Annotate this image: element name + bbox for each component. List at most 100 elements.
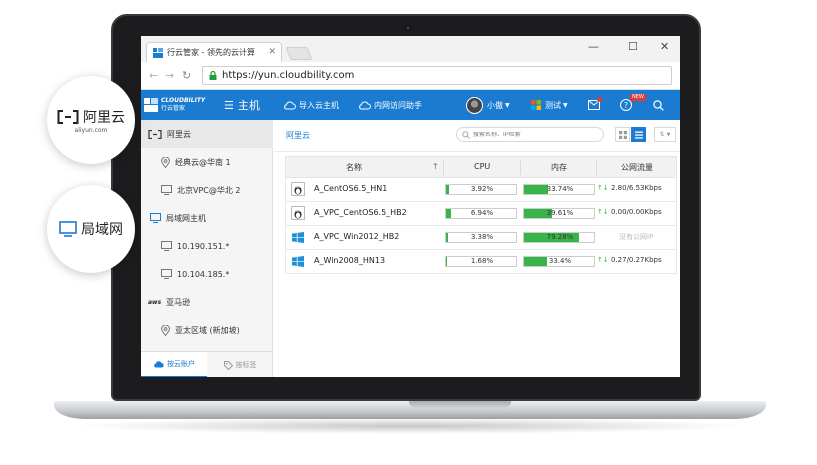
url-text: https://yun.cloudbility.com (222, 70, 355, 81)
column-header-memory[interactable]: 内存 (551, 162, 567, 173)
aliyun-callout-title: 阿里云 (83, 109, 125, 126)
host-search[interactable] (456, 127, 604, 142)
host-name[interactable]: A_Win2008_HN13 (314, 256, 385, 265)
message-button[interactable] (588, 90, 602, 120)
browser-tab[interactable]: 行云管家 - 领先的云计算 ✕ (146, 42, 282, 62)
column-header-traffic[interactable]: 公网流量 (621, 162, 653, 173)
sidebar-item-label: 阿里云 (167, 129, 191, 139)
traffic-text: 0.27/0.27Kbps (610, 256, 662, 264)
memory-usage-label: 33.4% (548, 257, 572, 265)
arrow-down-icon: ↓ (602, 184, 609, 192)
cpu-usage-label: 6.94% (470, 209, 494, 217)
help-button[interactable]: ? NEW (620, 90, 646, 120)
sidebar-item-aliyun[interactable]: 阿里云 (141, 120, 273, 148)
main-content: 阿里云 ⇅ ▼ 名称 ↑ CPU 内存 公网流量 (274, 120, 680, 377)
sidebar-item-classic-cloud[interactable]: 经典云@华南 1 (141, 148, 273, 176)
traffic-text: 2.80/6.53Kbps (610, 184, 662, 192)
cpu-usage-label: 3.92% (470, 185, 494, 193)
user-menu[interactable]: 小傲 ▼ (466, 90, 510, 120)
tab-label: 按标签 (235, 361, 257, 369)
maximize-icon[interactable]: ☐ (628, 40, 638, 53)
list-view-icon (634, 131, 643, 139)
sidebar-item-subnet-2[interactable]: 10.104.185.* (141, 260, 273, 288)
import-host-button[interactable]: 导入云主机 (283, 90, 339, 120)
column-header-name[interactable]: 名称 (346, 162, 362, 173)
sort-asc-icon[interactable]: ↑ (432, 162, 439, 171)
aws-icon: aws (148, 298, 162, 306)
cloudbility-favicon-icon (153, 47, 163, 58)
cpu-usage-label: 1.68% (470, 257, 494, 265)
memory-usage-bar: 33.4% (523, 256, 595, 267)
search-button[interactable] (653, 90, 664, 120)
reload-icon[interactable]: ↻ (182, 69, 191, 82)
intranet-helper-label: 内网访问助手 (374, 100, 422, 110)
sidebar-item-label: 亚马逊 (166, 297, 191, 307)
window-close-icon[interactable]: ✕ (660, 40, 669, 53)
sidebar-item-label: 10.104.185.* (177, 269, 230, 279)
tab-by-tag[interactable]: 按标签 (207, 352, 273, 377)
sort-icon: ⇅ (659, 131, 665, 138)
sidebar-item-beijing-vpc[interactable]: 北京VPC@华北 2 (141, 176, 273, 204)
search-input[interactable] (473, 131, 593, 138)
logo-text-en: CLOUDBILITY (161, 97, 206, 104)
lan-callout-title: 局域网 (81, 222, 123, 238)
column-divider (520, 160, 521, 175)
intranet-helper-button[interactable]: 内网访问助手 (358, 90, 422, 120)
host-menu-button[interactable]: ☰ 主机 (224, 90, 260, 120)
arrow-down-icon: ↓ (602, 208, 609, 216)
host-name[interactable]: A_VPC_CentOS6.5_HB2 (314, 208, 407, 217)
memory-usage-label: 79.28% (546, 233, 574, 241)
chevron-down-icon: ▼ (563, 101, 568, 109)
forward-icon[interactable]: → (165, 69, 174, 82)
cpu-usage-label: 3.38% (470, 233, 494, 241)
search-icon (653, 99, 664, 111)
list-view-button[interactable] (631, 127, 646, 142)
chevron-down-icon: ▼ (666, 131, 671, 138)
notification-dot (597, 97, 602, 102)
minimize-icon[interactable]: — (588, 40, 599, 53)
sidebar-item-amazon[interactable]: aws 亚马逊 (141, 288, 273, 316)
host-menu-label: 主机 (237, 99, 260, 112)
memory-usage-bar: 33.74% (523, 184, 595, 195)
sidebar-item-label: 经典云@华南 1 (175, 157, 231, 167)
column-divider (443, 160, 444, 175)
table-row[interactable]: A_CentOS6.5_HN1 3.92% 33.74% ↑↓ 2.80/6.5… (285, 178, 677, 202)
table-row[interactable]: A_Win2008_HN13 1.68% 33.4% ↑↓ 0.27/0.27K… (285, 250, 677, 274)
tab-close-icon[interactable]: ✕ (268, 47, 276, 57)
table-row[interactable]: A_VPC_Win2012_HB2 3.38% 79.28% 没有公网IP (285, 226, 677, 250)
cloud-icon (154, 361, 164, 368)
sidebar-item-label: 北京VPC@华北 2 (177, 185, 241, 195)
laptop-notch (409, 401, 511, 408)
host-name[interactable]: A_VPC_Win2012_HB2 (314, 232, 399, 241)
sidebar-item-ap-singapore[interactable]: 亚太区域 (新加坡) (141, 316, 273, 344)
new-badge: NEW (630, 94, 646, 101)
url-field[interactable]: https://yun.cloudbility.com (202, 66, 672, 85)
tab-by-cloud-account[interactable]: 按云账户 (141, 352, 207, 377)
back-icon[interactable]: ← (149, 69, 158, 82)
breadcrumb[interactable]: 阿里云 (286, 130, 310, 141)
grid-view-icon (618, 130, 627, 139)
tag-icon (223, 360, 233, 370)
grid-view-button[interactable] (615, 127, 630, 142)
logo-text-cn: 行云管家 (161, 105, 186, 112)
sort-dropdown[interactable]: ⇅ ▼ (654, 127, 676, 142)
traffic-value: ↑↓ 0.27/0.27Kbps (597, 256, 662, 264)
lan-callout: 局域网 (47, 185, 135, 273)
laptop-base (54, 401, 766, 419)
logo[interactable]: CLOUDBILITY 行云管家 (144, 94, 206, 116)
lan-icon (150, 213, 161, 223)
memory-usage-bar: 39.61% (523, 208, 595, 219)
cpu-usage-bar: 3.38% (445, 232, 517, 243)
team-menu[interactable]: 测试 ▼ (531, 90, 568, 120)
cpu-usage-bar: 1.68% (445, 256, 517, 267)
host-name[interactable]: A_CentOS6.5_HN1 (314, 184, 387, 193)
memory-usage-bar: 79.28% (523, 232, 595, 243)
sidebar-item-subnet-1[interactable]: 10.190.151.* (141, 232, 273, 260)
sidebar-item-lan[interactable]: 局域网主机 (141, 204, 273, 232)
arrow-down-icon: ↓ (602, 256, 609, 264)
aliyun-icon (148, 129, 162, 139)
table-row[interactable]: A_VPC_CentOS6.5_HB2 6.94% 39.61% ↑↓ 0.00… (285, 202, 677, 226)
new-tab-button[interactable] (285, 47, 313, 60)
column-header-cpu[interactable]: CPU (474, 162, 490, 171)
location-pin-icon (161, 324, 170, 336)
